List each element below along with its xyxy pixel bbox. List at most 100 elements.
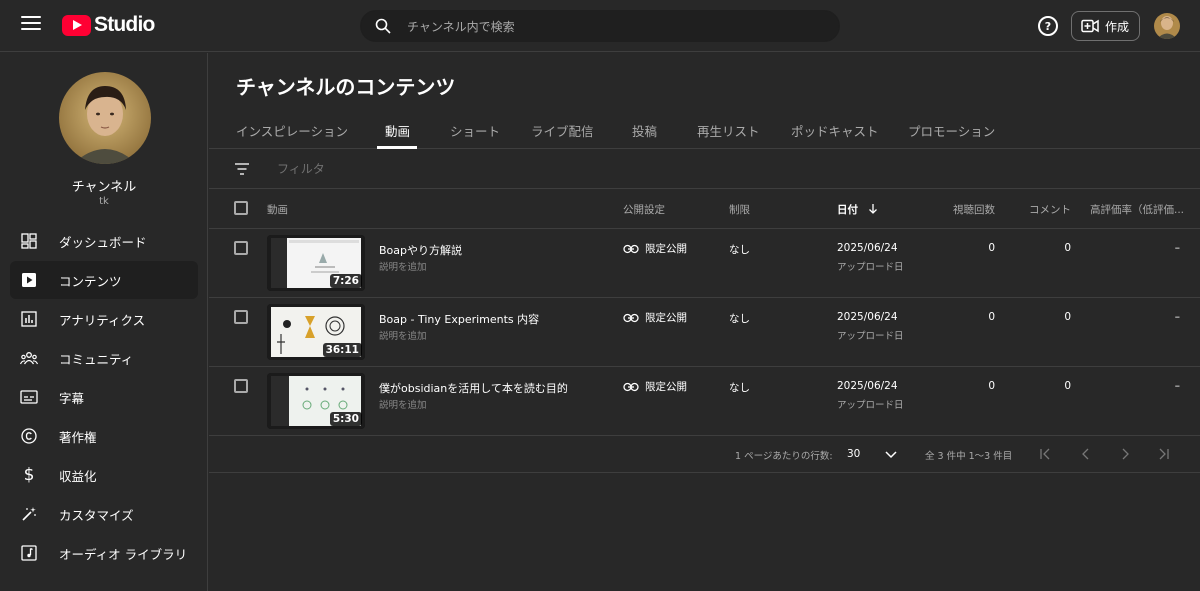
first-page-icon[interactable] xyxy=(1038,446,1054,462)
visibility-dropdown[interactable]: 限定公開 xyxy=(623,310,687,325)
row-checkbox[interactable] xyxy=(234,310,248,324)
visibility-dropdown[interactable]: 限定公開 xyxy=(623,241,687,256)
search-icon[interactable] xyxy=(375,18,391,34)
tab-posts[interactable]: 投稿 xyxy=(632,121,657,149)
content-icon xyxy=(20,271,38,289)
views-value: 0 xyxy=(988,380,995,392)
column-visibility: 公開設定 xyxy=(623,204,665,216)
column-date-label: 日付 xyxy=(837,204,858,216)
tab-promotions[interactable]: プロモーション xyxy=(908,121,995,149)
video-title[interactable]: Boap - Tiny Experiments 内容 xyxy=(379,311,539,327)
column-restrictions: 制限 xyxy=(729,204,750,216)
column-date[interactable]: 日付 xyxy=(837,202,878,217)
sidebar-item-label: オーディオ ライブラリ xyxy=(59,546,188,562)
video-description[interactable]: 説明を追加 xyxy=(379,397,427,411)
tab-shorts[interactable]: ショート xyxy=(450,121,500,149)
tab-videos[interactable]: 動画 xyxy=(385,121,410,149)
sidebar-item-label: 字幕 xyxy=(59,390,85,406)
dashboard-icon xyxy=(20,232,38,250)
channel-avatar[interactable] xyxy=(59,72,151,164)
create-button-label: 作成 xyxy=(1105,19,1130,34)
video-duration: 7:26 xyxy=(329,274,362,288)
restrictions-value: なし xyxy=(729,382,750,394)
page-range-text: 全 3 件中 1〜3 件目 xyxy=(925,451,1013,462)
views-value: 0 xyxy=(988,242,995,254)
pagination-bar: 1 ページあたりの行数: 30 全 3 件中 1〜3 件目 xyxy=(209,435,1200,473)
sidebar-item-analytics[interactable]: アナリティクス xyxy=(10,300,198,338)
column-views: 視聴回数 xyxy=(953,204,995,216)
sidebar-item-label: ダッシュボード xyxy=(59,234,147,250)
video-description[interactable]: 説明を追加 xyxy=(379,328,427,342)
table-row: 5:30 僕がobsidianを活用して本を読む目的 説明を追加 限定公開 なし… xyxy=(209,367,1200,436)
rows-per-page-select[interactable]: 30 xyxy=(847,448,860,460)
next-page-icon[interactable] xyxy=(1117,446,1133,462)
dollar-icon: $ xyxy=(23,465,35,485)
column-comments: コメント xyxy=(1029,204,1071,216)
video-title[interactable]: 僕がobsidianを活用して本を読む目的 xyxy=(379,380,568,396)
sidebar-item-label: 著作権 xyxy=(59,429,97,445)
views-value: 0 xyxy=(988,311,995,323)
video-thumbnail[interactable]: 7:26 xyxy=(267,235,365,291)
sidebar-item-community[interactable]: コミュニティ xyxy=(10,339,198,377)
rows-per-page-label: 1 ページあたりの行数: xyxy=(735,451,833,462)
visibility-dropdown[interactable]: 限定公開 xyxy=(623,379,687,394)
filter-icon[interactable] xyxy=(234,162,250,176)
content-tabs: インスピレーション 動画 ショート ライブ配信 投稿 再生リスト ポッドキャスト… xyxy=(209,115,1200,149)
video-title[interactable]: Boapやり方解説 xyxy=(379,242,462,258)
filter-input[interactable]: フィルタ xyxy=(277,160,325,177)
select-all-checkbox[interactable] xyxy=(234,201,248,215)
table-header: 動画 公開設定 制限 日付 視聴回数 コメント 高評価率（低評価... xyxy=(209,189,1200,229)
comments-value: 0 xyxy=(1064,311,1071,323)
search-bar[interactable] xyxy=(360,10,840,42)
sort-arrow-down-icon xyxy=(868,204,877,214)
last-page-icon[interactable] xyxy=(1155,446,1171,462)
date-value: 2025/06/24 xyxy=(837,242,898,254)
magic-wand-icon xyxy=(20,505,38,523)
account-avatar[interactable] xyxy=(1154,13,1180,39)
channel-handle: tk xyxy=(99,196,109,207)
analytics-icon xyxy=(20,310,38,328)
sidebar-item-customization[interactable]: カスタマイズ xyxy=(10,495,198,533)
sidebar-item-subtitles[interactable]: 字幕 xyxy=(10,378,198,416)
sidebar-item-monetization[interactable]: $ 収益化 xyxy=(10,456,198,494)
sidebar-item-copyright[interactable]: 著作権 xyxy=(10,417,198,455)
studio-logo[interactable]: Studio xyxy=(62,13,155,37)
table-row: 36:11 Boap - Tiny Experiments 内容 説明を追加 限… xyxy=(209,298,1200,367)
comments-value: 0 xyxy=(1064,380,1071,392)
channel-name: チャンネル xyxy=(71,180,137,195)
visibility-label: 限定公開 xyxy=(645,381,687,393)
column-video: 動画 xyxy=(267,204,288,216)
top-bar: Studio ? 作成 xyxy=(0,0,1200,52)
tab-live[interactable]: ライブ配信 xyxy=(531,121,594,149)
table-row: 7:26 Boapやり方解説 説明を追加 限定公開 なし 2025/06/24 … xyxy=(209,229,1200,298)
video-description[interactable]: 説明を追加 xyxy=(379,259,427,273)
restrictions-value: なし xyxy=(729,244,750,256)
row-checkbox[interactable] xyxy=(234,379,248,393)
video-duration: 5:30 xyxy=(329,412,362,426)
likes-value: – xyxy=(1174,242,1180,254)
sidebar-item-audio-library[interactable]: オーディオ ライブラリ xyxy=(10,534,198,572)
search-input[interactable] xyxy=(407,16,827,38)
page-title: チャンネルのコンテンツ xyxy=(236,75,456,99)
sidebar-item-label: カスタマイズ xyxy=(59,507,134,523)
video-thumbnail[interactable]: 36:11 xyxy=(267,304,365,360)
tab-podcasts[interactable]: ポッドキャスト xyxy=(791,121,879,149)
date-value: 2025/06/24 xyxy=(837,380,898,392)
chevron-down-icon[interactable] xyxy=(884,447,898,461)
sidebar-item-dashboard[interactable]: ダッシュボード xyxy=(10,222,198,260)
date-type: アップロード日 xyxy=(837,331,904,342)
tab-playlists[interactable]: 再生リスト xyxy=(697,121,760,149)
video-thumbnail[interactable]: 5:30 xyxy=(267,373,365,429)
sidebar: チャンネル tk ダッシュボード コンテンツ アナリティクス コミュニティ 字幕… xyxy=(0,53,208,591)
comments-value: 0 xyxy=(1064,242,1071,254)
sidebar-item-label: コンテンツ xyxy=(59,273,122,289)
youtube-play-icon xyxy=(62,14,91,36)
row-checkbox[interactable] xyxy=(234,241,248,255)
sidebar-item-content[interactable]: コンテンツ xyxy=(10,261,198,299)
help-icon[interactable]: ? xyxy=(1038,16,1058,36)
restrictions-value: なし xyxy=(729,313,750,325)
menu-icon[interactable] xyxy=(21,16,41,34)
previous-page-icon[interactable] xyxy=(1078,446,1094,462)
tab-inspiration[interactable]: インスピレーション xyxy=(236,121,348,149)
create-button[interactable]: 作成 xyxy=(1071,11,1140,41)
